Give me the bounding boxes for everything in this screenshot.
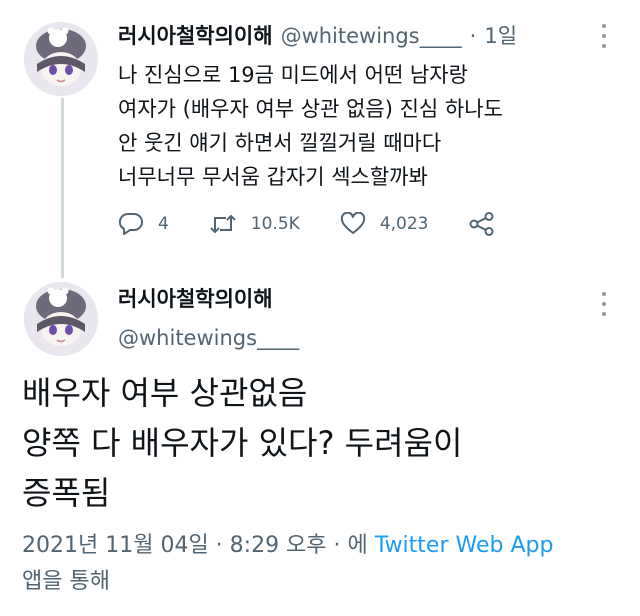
tweet2-datetime[interactable]: 2021년 11월 04일 · 8:29 오후 · 에 [22, 533, 375, 558]
tweet1-line: 여자가 (배우자 여부 상관 없음) 진심 하나도 [118, 97, 503, 121]
avatar-image [24, 282, 98, 356]
tweet2-line: 배우자 여부 상관없음 [22, 374, 308, 412]
share-icon [469, 212, 493, 236]
reply-icon [118, 212, 143, 235]
tweet1-handle[interactable]: @whitewings____ [281, 24, 462, 48]
like-button[interactable]: 4,023 [340, 212, 429, 236]
tweet1-line: 너무너무 무서움 갑자기 섹스할까봐 [118, 165, 428, 189]
reply-count: 4 [158, 214, 169, 234]
source-app-link[interactable]: Twitter Web App [375, 533, 554, 558]
more-icon[interactable] [600, 24, 608, 48]
tweet2-line: 양쪽 다 배우자가 있다? 두려움이 [22, 424, 463, 462]
tweet1-separator: · [469, 24, 477, 48]
reply-button[interactable]: 4 [118, 212, 169, 236]
tweet1-timestamp[interactable]: 1일 [484, 20, 517, 50]
share-button[interactable] [469, 212, 495, 236]
avatar[interactable] [24, 282, 98, 356]
tweet1-action-bar: 4 10.5K 4,023 [118, 212, 535, 236]
tweet1-header: 러시아철학의이해 @whitewings____ · 1일 [118, 20, 517, 50]
like-icon [340, 212, 365, 234]
retweet-icon [210, 214, 236, 234]
tweet1-display-name[interactable]: 러시아철학의이해 [118, 20, 273, 50]
retweet-button[interactable]: 10.5K [209, 212, 300, 236]
tweet1-line: 안 웃긴 얘기 하면서 낄낄거릴 때마다 [118, 131, 442, 155]
tweet1-text: 나 진심으로 19금 미드에서 어떤 남자랑 여자가 (배우자 여부 상관 없음… [118, 58, 598, 194]
avatar[interactable] [24, 22, 98, 96]
tweet2-metadata: 2021년 11월 04일 · 8:29 오후 · 에 Twitter Web … [22, 528, 622, 600]
like-count: 4,023 [379, 214, 429, 234]
retweet-count: 10.5K [250, 214, 300, 234]
avatar-image [24, 22, 98, 96]
tweet1-line: 나 진심으로 19금 미드에서 어떤 남자랑 [118, 63, 468, 87]
tweet2-line: 증폭됨 [22, 474, 111, 512]
tweet2-display-name[interactable]: 러시아철학의이해 [118, 283, 273, 313]
source-suffix: 앱을 통해 [22, 569, 110, 594]
more-icon[interactable] [600, 292, 608, 316]
tweet2-text: 배우자 여부 상관없음 양쪽 다 배우자가 있다? 두려움이 증폭됨 [22, 368, 622, 518]
tweet2-handle[interactable]: @whitewings____ [118, 326, 299, 350]
thread-connector-line [61, 98, 64, 278]
